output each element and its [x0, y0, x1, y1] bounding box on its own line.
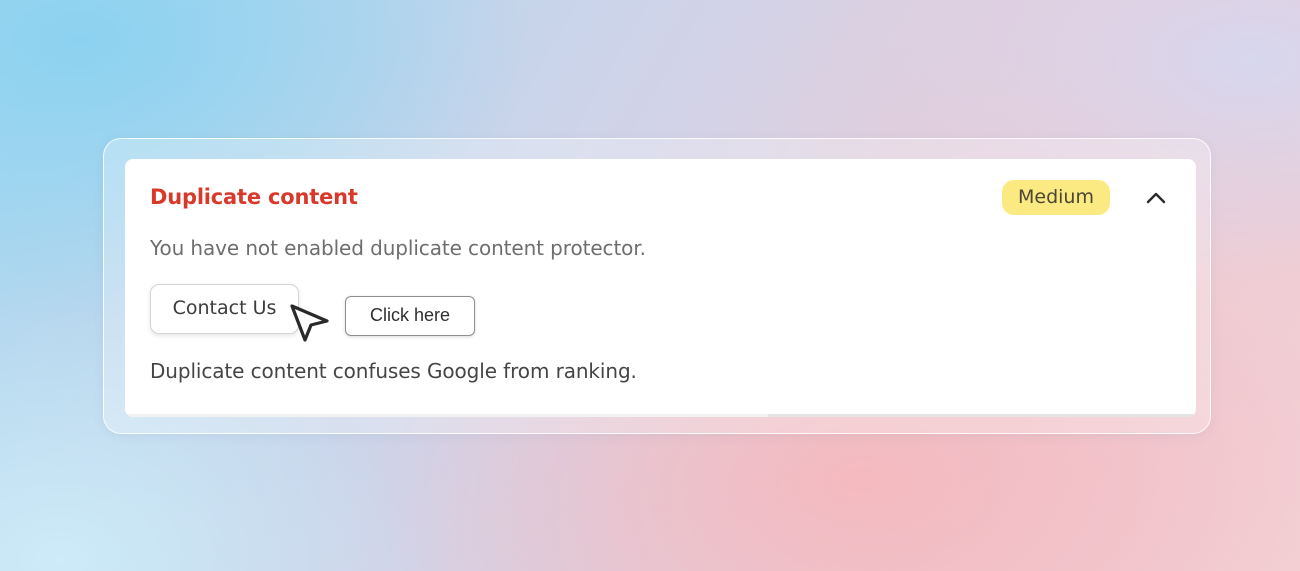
issue-card-frame: Duplicate content Medium You have not en…: [103, 138, 1211, 434]
contact-us-button[interactable]: Contact Us: [150, 284, 299, 334]
issue-description: You have not enabled duplicate content p…: [150, 236, 646, 260]
issue-note: Duplicate content confuses Google from r…: [150, 359, 637, 383]
chevron-up-icon: [1146, 192, 1166, 204]
progress-track: [125, 414, 1196, 417]
click-here-tooltip: Click here: [345, 296, 475, 336]
progress-fill: [125, 414, 768, 417]
pointer-arrow-icon: [290, 304, 329, 342]
issue-card: Duplicate content Medium You have not en…: [125, 159, 1196, 417]
issue-title: Duplicate content: [150, 185, 358, 209]
collapse-toggle-button[interactable]: [1141, 183, 1171, 213]
severity-badge: Medium: [1002, 180, 1110, 215]
